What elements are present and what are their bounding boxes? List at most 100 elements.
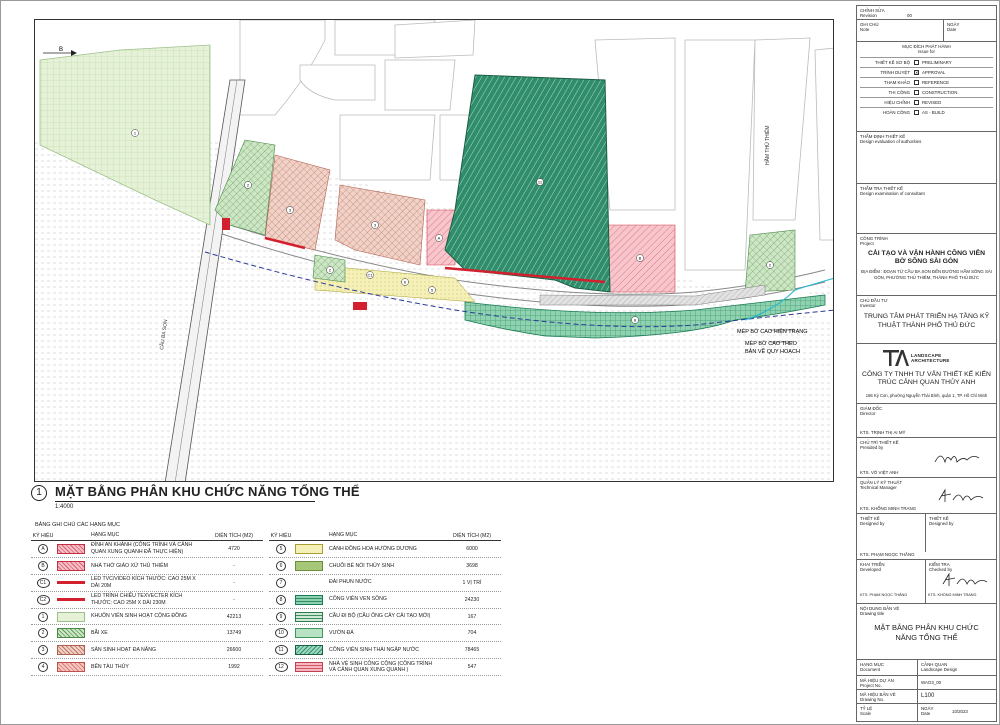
issue-purpose: MỤC ĐÍCH PHÁT HÀNH Issue for THIẾT KẾ SƠ…	[857, 42, 996, 132]
header-spacer	[295, 535, 323, 536]
authority-appraisal: THẨM ĐỊNH THIẾT KẾ Design evaluation of …	[857, 132, 996, 184]
issue-row-label-en: APPROVAL	[922, 70, 946, 76]
legend-symbol-text: 5	[276, 543, 286, 554]
issue-checkbox[interactable]	[914, 60, 919, 66]
legend-swatch	[57, 628, 85, 639]
consultant-verification: THẨM TRA THIẾT KẾ Design examination of …	[857, 184, 996, 234]
legend-symbol: A	[31, 543, 55, 554]
scale-date-row: TỶ LỆ Scale NGÀY Date 10/2023	[857, 704, 996, 721]
issue-label-en: Issue for	[918, 49, 935, 55]
revision-label: CHỈNH SỬA	[860, 8, 885, 13]
date2-label-en: Date	[921, 711, 931, 716]
revision-label-en: Revision	[860, 13, 877, 18]
document-row: HẠNG MỤC Document CẢNH QUAN Landscape De…	[857, 660, 996, 676]
issue-row: THAM KHẢO REFERENCE	[860, 77, 993, 87]
chief-designer-section: CHỦ TRÌ THIẾT KẾ Presided by KTS. VÕ VIỆ…	[857, 438, 996, 478]
legend-row: 5 CÁNH ĐỒNG HOA HƯỚNG DƯƠNG 6000	[269, 541, 501, 558]
legend-row: 8 CÔNG VIÊN VEN SÔNG 24230	[269, 592, 501, 609]
legend-table: BẢNG GHI CHÚ CÁC HẠNG MỤC KÝ HIỆU HẠNG M…	[31, 519, 503, 707]
issue-row-label-en: CONSTRUCTION	[922, 90, 958, 96]
designed-section: THIẾT KẾ Designed by THIẾT KẾ Designed b…	[857, 514, 996, 560]
legend-row: 12 NHÀ VỆ SINH CÔNG CỘNG (CÔNG TRÌNH VÀ C…	[269, 659, 501, 677]
issue-row-label-en: PRELIMINARY	[922, 60, 952, 66]
legend-item-area: 167	[467, 613, 477, 620]
site-plan: B CẦU BA SON HẦM THỦ THIÊM MÉP BỜ CAO HI…	[34, 19, 834, 482]
legend-row: 9 CẦU ĐI BỘ (CẦU ỐNG CÂY CẢI TẠO MỚI) 167	[269, 609, 501, 626]
legend-symbol-text: 1	[38, 611, 48, 622]
issue-checkbox[interactable]	[914, 90, 919, 96]
legend-symbol: 9	[269, 611, 293, 622]
drawing-title: 1 MẶT BẰNG PHÂN KHU CHỨC NĂNG TỔNG THỂ 1…	[21, 481, 541, 521]
issue-checkbox[interactable]	[914, 100, 919, 106]
note-row: GHI CHÚ Note NGÀY Date	[857, 20, 996, 42]
issue-checkbox[interactable]: ✕	[914, 70, 919, 76]
investor-section: CHỦ ĐẦU TƯ Investor TRUNG TÂM PHÁT TRIỂN…	[857, 296, 996, 344]
zone-marker-label: A	[438, 235, 441, 240]
issue-checkbox[interactable]	[914, 110, 919, 116]
legend-item-name: KHUÔN VIÊN SINH HOẠT CỘNG ĐỒNG	[91, 613, 187, 620]
legend-swatch	[295, 594, 323, 605]
legend-symbol: C1	[31, 577, 55, 588]
drawing-no-row: MÃ HIỆU BẢN VẼ Drawing No. L100	[857, 690, 996, 704]
legend-item-name: CHUỖI BÈ NỔI THỦY SINH	[329, 562, 394, 569]
header-symbol: KÝ HIỆU	[32, 532, 54, 539]
chief-signature	[934, 455, 980, 464]
legend-row: 1 KHUÔN VIÊN SINH HOẠT CỘNG ĐỒNG 42213	[31, 609, 263, 626]
issue-row-label-en: REVISED	[922, 100, 942, 106]
legend-item-area: 1 VỊ TRÍ	[462, 579, 482, 586]
legend-swatch	[295, 662, 323, 673]
project-name: CẢI TẠO VÀ VẬN HÀNH CÔNG VIÊN BỜ SÔNG SÀ…	[867, 250, 986, 266]
checker-signature	[942, 572, 988, 586]
legend-symbol-text: B	[38, 560, 48, 571]
legend-item-name: NHÀ VỆ SINH CÔNG CỘNG (CÔNG TRÌNH VÀ CẢN…	[329, 660, 433, 674]
issue-row: THIẾT KẾ SƠ BỘ PRELIMINARY	[860, 57, 993, 67]
legend-symbol: 12	[269, 662, 293, 673]
legend-item-area: -	[233, 579, 235, 586]
chief-name: KTS. VÕ VIỆT ANH	[860, 470, 899, 475]
legend-swatch	[295, 543, 323, 554]
legend-symbol-text: 4	[38, 662, 48, 673]
design-label-2-en: Designed by	[929, 521, 954, 526]
legend-symbol-text: 3	[38, 645, 48, 656]
developed-checked-section: KHAI TRIỂN Developed KIỂM TRA Checked by…	[857, 560, 996, 604]
issue-row-label-en: REFERENCE	[922, 80, 950, 86]
appraisal-label-en: Design evaluation of authorities	[860, 139, 922, 145]
legend-item-name: CÔNG VIÊN SINH THÁI NGẬP NƯỚC	[329, 647, 419, 654]
legend-symbol: 10	[269, 628, 293, 639]
project-no-value: WAO3_00	[921, 680, 942, 685]
tech-signature	[938, 488, 984, 502]
issue-row-label: THAM KHẢO	[883, 80, 910, 86]
header-symbol: KÝ HIỆU	[270, 532, 292, 539]
legend-item-area: 26600	[226, 647, 242, 654]
header-item: HẠNG MỤC	[329, 532, 358, 539]
red-bar-mark	[57, 581, 85, 585]
legend-item-area: -	[233, 596, 235, 603]
company-logo: LANDSCAPE ARCHITECTURE	[883, 350, 968, 366]
legend-item-name: ĐÌNH AN KHÁNH (CÔNG TRÌNH VÀ CẢNH QUAN X…	[91, 542, 193, 555]
legend-row: 7 ĐÀI PHUN NƯỚC 1 VỊ TRÍ	[269, 575, 501, 592]
street-label: HẦM THỦ THIÊM	[763, 125, 771, 165]
consultant-section: LANDSCAPE ARCHITECTURE CÔNG TY TNHH TƯ V…	[857, 344, 996, 404]
legend-symbol: 1	[31, 611, 55, 622]
callout-existing-bank: MÉP BỜ CAO HIỆN TRẠNG	[737, 327, 808, 335]
issue-checkbox[interactable]	[914, 80, 919, 86]
legend-item-area: -	[233, 562, 235, 569]
legend-symbol: 3	[31, 645, 55, 656]
legend-item-area: 4720	[228, 545, 240, 552]
project-section: CÔNG TRÌNH Project CẢI TẠO VÀ VẬN HÀNH C…	[857, 234, 996, 296]
legend-item-name: BẾN TÀU THỦY	[91, 663, 129, 670]
red-bar-mark	[57, 598, 85, 602]
tech-name: KTS. KHỔNG MINH TRANG	[860, 506, 917, 511]
legend-symbol-text: 2	[38, 628, 48, 639]
legend-column-right: KÝ HIỆU HẠNG MỤC DIỆN TÍCH (M2) 5 CÁNH ĐỒ…	[269, 531, 501, 677]
legend-swatch	[57, 662, 85, 673]
developer-name: KTS. PHẠM NGỌC THẮNG	[860, 593, 908, 597]
issue-row-label: HOÀN CÔNG	[882, 110, 910, 116]
legend-row: 10 VƯỜN ĐÁ 704	[269, 625, 501, 643]
legend-symbol-text: C1	[36, 577, 50, 588]
legend-item-area: 3698	[466, 562, 478, 569]
legend-symbol-text: 11	[274, 645, 288, 656]
legend-symbol: B	[31, 560, 55, 571]
legend-symbol: 4	[31, 662, 55, 673]
director-name: KTS. TRỊNH THỊ AI MỸ	[860, 430, 906, 435]
